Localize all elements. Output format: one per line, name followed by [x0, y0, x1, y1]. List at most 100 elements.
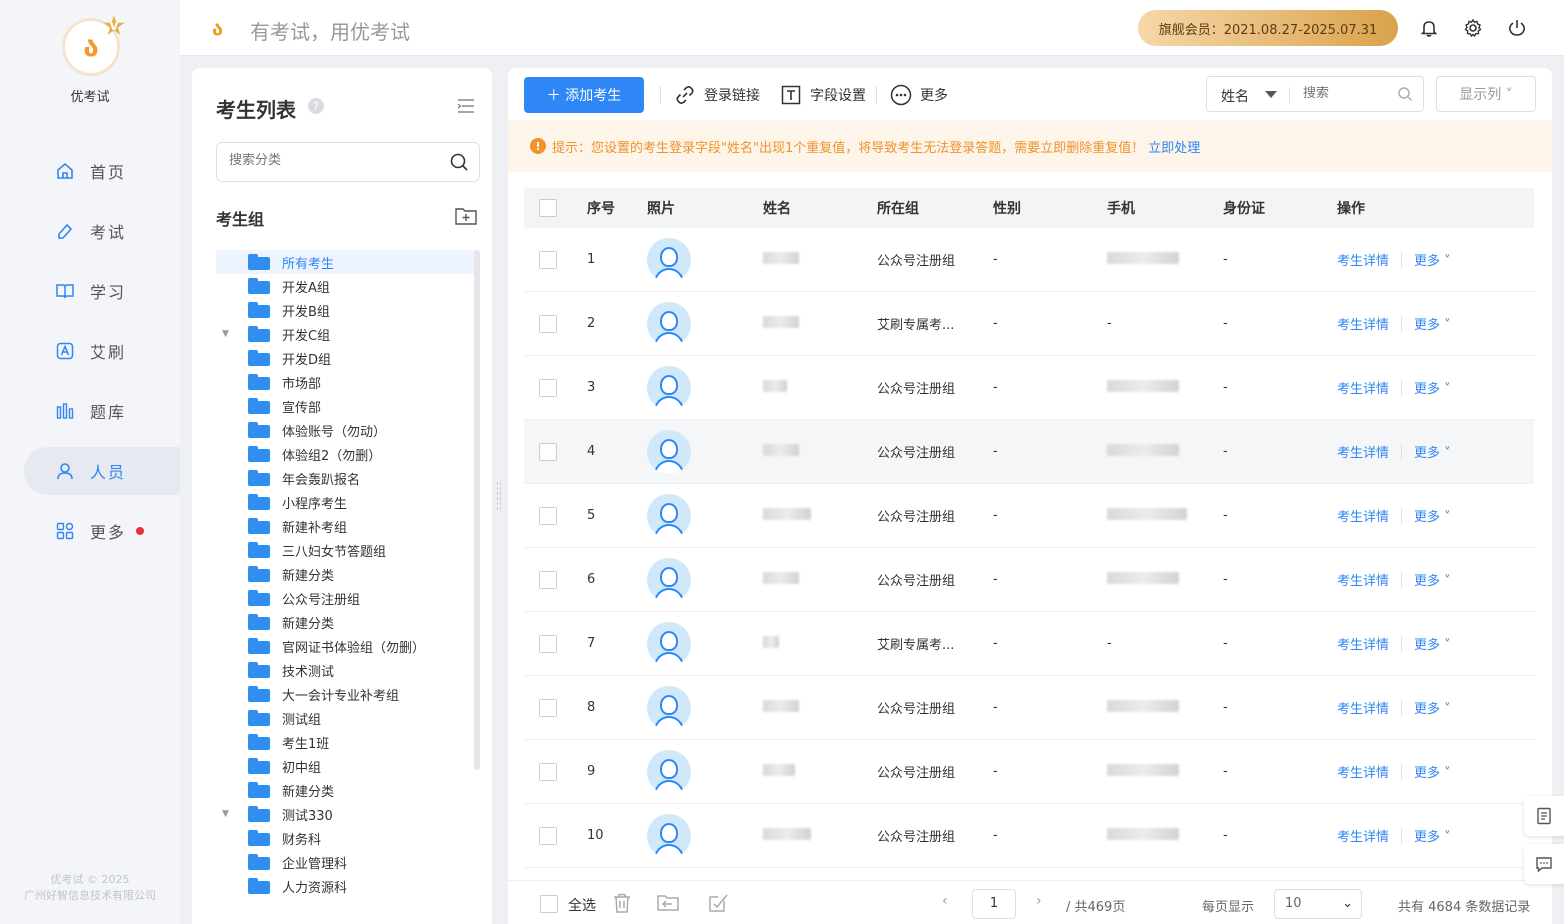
row-more-dropdown[interactable]: 更多 ˅: [1414, 442, 1451, 461]
nav-item-study[interactable]: 学习: [24, 267, 180, 315]
table-row[interactable]: 7 艾刷专属考... - - - 考生详情 更多 ˅: [524, 612, 1534, 676]
candidate-detail-link[interactable]: 考生详情: [1337, 826, 1389, 845]
avatar[interactable]: [647, 621, 691, 666]
row-checkbox[interactable]: [539, 634, 557, 653]
tree-item[interactable]: 小程序考生: [216, 490, 476, 514]
candidate-detail-link[interactable]: 考生详情: [1337, 634, 1389, 653]
candidate-detail-link[interactable]: 考生详情: [1337, 762, 1389, 781]
tree-item[interactable]: 市场部: [216, 370, 476, 394]
group-search-field[interactable]: [216, 142, 480, 182]
table-row[interactable]: 10 公众号注册组 - - 考生详情 更多 ˅: [524, 804, 1534, 868]
tree-item[interactable]: 考生1班: [216, 730, 476, 754]
caret-down-icon[interactable]: [1265, 91, 1277, 98]
more-tools-button[interactable]: 更多: [890, 82, 948, 108]
gear-icon[interactable]: [1461, 16, 1485, 40]
tree-item[interactable]: 所有考生: [216, 250, 476, 274]
tree-item[interactable]: 财务科: [216, 826, 476, 850]
tree-item[interactable]: 人力资源科: [216, 874, 476, 898]
row-checkbox[interactable]: [539, 250, 557, 269]
panel-resize-handle[interactable]: [497, 482, 501, 510]
nav-item-aishua[interactable]: 艾刷: [24, 327, 180, 375]
search-field-select[interactable]: 姓名: [1221, 86, 1249, 106]
candidate-detail-link[interactable]: 考生详情: [1337, 442, 1389, 461]
tree-item[interactable]: 新建补考组: [216, 514, 476, 538]
row-more-dropdown[interactable]: 更多 ˅: [1414, 826, 1451, 845]
add-folder-icon[interactable]: [454, 206, 478, 226]
tree-item[interactable]: 公众号注册组: [216, 586, 476, 610]
avatar[interactable]: [647, 237, 691, 282]
table-row[interactable]: 1 公众号注册组 - - 考生详情 更多 ˅: [524, 228, 1534, 292]
row-checkbox[interactable]: [539, 698, 557, 717]
tree-item[interactable]: 测试组: [216, 706, 476, 730]
group-search-input[interactable]: [229, 153, 429, 168]
row-checkbox[interactable]: [539, 314, 557, 333]
table-row[interactable]: 6 公众号注册组 - - 考生详情 更多 ˅: [524, 548, 1534, 612]
table-row[interactable]: 9 公众号注册组 - - 考生详情 更多 ˅: [524, 740, 1534, 804]
tree-scrollbar[interactable]: [474, 250, 480, 770]
brand-logo[interactable]: ა V: [62, 15, 125, 76]
chat-float-button[interactable]: [1524, 844, 1564, 884]
tree-item[interactable]: 宣传部: [216, 394, 476, 418]
row-checkbox[interactable]: [539, 378, 557, 397]
document-float-button[interactable]: [1524, 796, 1564, 836]
add-candidate-button[interactable]: ＋ 添加考生: [524, 77, 644, 113]
tree-item[interactable]: 官网证书体验组（勿删）: [216, 634, 476, 658]
avatar[interactable]: [647, 685, 691, 730]
row-checkbox[interactable]: [539, 826, 557, 845]
avatar[interactable]: [647, 301, 691, 346]
nav-item-people[interactable]: 人员: [24, 447, 180, 495]
login-link-button[interactable]: 登录链接: [674, 82, 760, 108]
table-row[interactable]: 8 公众号注册组 - - 考生详情 更多 ˅: [524, 676, 1534, 740]
table-row[interactable]: 3 公众号注册组 - - 考生详情 更多 ˅: [524, 356, 1534, 420]
display-columns-button[interactable]: 显示列 ˅: [1436, 76, 1536, 112]
tree-item[interactable]: 年会轰趴报名: [216, 466, 476, 490]
caret-down-icon[interactable]: ▼: [222, 329, 236, 339]
per-page-select[interactable]: 10 ⌄: [1274, 889, 1362, 919]
table-row[interactable]: 4 公众号注册组 - - 考生详情 更多 ˅: [524, 420, 1534, 484]
help-icon[interactable]: ?: [308, 98, 324, 114]
tree-item[interactable]: ▼ 开发C组: [216, 322, 476, 346]
field-settings-button[interactable]: 字段设置: [780, 82, 866, 108]
tree-item[interactable]: 技术测试: [216, 658, 476, 682]
next-page-button[interactable]: ›: [1036, 893, 1042, 909]
row-more-dropdown[interactable]: 更多 ˅: [1414, 634, 1451, 653]
candidate-detail-link[interactable]: 考生详情: [1337, 506, 1389, 525]
tree-item[interactable]: 三八妇女节答题组: [216, 538, 476, 562]
prev-page-button[interactable]: ‹: [942, 893, 948, 909]
avatar[interactable]: [647, 749, 691, 794]
candidate-detail-link[interactable]: 考生详情: [1337, 698, 1389, 717]
caret-down-icon[interactable]: ▼: [222, 809, 236, 819]
page-number-input[interactable]: 1: [972, 889, 1016, 919]
candidate-detail-link[interactable]: 考生详情: [1337, 378, 1389, 397]
candidate-detail-link[interactable]: 考生详情: [1337, 250, 1389, 269]
tree-item[interactable]: 新建分类: [216, 562, 476, 586]
nav-item-exam[interactable]: 考试: [24, 207, 180, 255]
tree-item[interactable]: 新建分类: [216, 610, 476, 634]
edit-approve-icon[interactable]: [706, 891, 730, 915]
search-icon[interactable]: [1397, 86, 1413, 102]
tree-item[interactable]: 体验组2（勿删）: [216, 442, 476, 466]
trash-icon[interactable]: [610, 891, 634, 915]
row-more-dropdown[interactable]: 更多 ˅: [1414, 250, 1451, 269]
avatar[interactable]: [647, 557, 691, 602]
avatar[interactable]: [647, 493, 691, 538]
nav-item-more[interactable]: 更多: [24, 507, 180, 555]
bell-icon[interactable]: [1417, 16, 1441, 40]
nav-item-question-bank[interactable]: 题库: [24, 387, 180, 435]
tree-item[interactable]: 开发B组: [216, 298, 476, 322]
select-all-label[interactable]: 全选: [568, 895, 596, 915]
tree-item[interactable]: 大一会计专业补考组: [216, 682, 476, 706]
candidate-search-input[interactable]: [1303, 86, 1383, 101]
row-more-dropdown[interactable]: 更多 ˅: [1414, 506, 1451, 525]
handle-now-link[interactable]: 立即处理: [1148, 137, 1200, 156]
row-checkbox[interactable]: [539, 442, 557, 461]
row-more-dropdown[interactable]: 更多 ˅: [1414, 314, 1451, 333]
search-icon[interactable]: [449, 152, 469, 172]
row-more-dropdown[interactable]: 更多 ˅: [1414, 570, 1451, 589]
tree-item[interactable]: ▼ 测试330: [216, 802, 476, 826]
table-row[interactable]: 2 艾刷专属考... - - - 考生详情 更多 ˅: [524, 292, 1534, 356]
candidate-detail-link[interactable]: 考生详情: [1337, 570, 1389, 589]
row-checkbox[interactable]: [539, 762, 557, 781]
row-more-dropdown[interactable]: 更多 ˅: [1414, 698, 1451, 717]
select-all-checkbox[interactable]: [540, 895, 558, 913]
